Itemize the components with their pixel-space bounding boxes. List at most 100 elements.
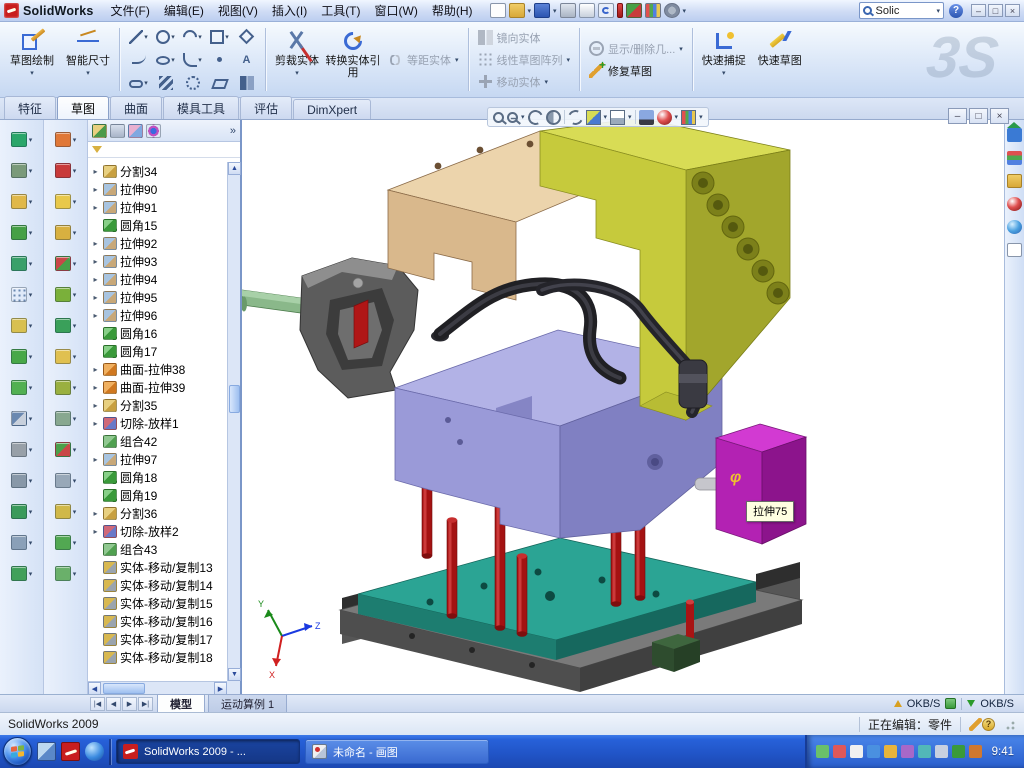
tree-item[interactable]: 实体-移动/复制16 xyxy=(90,612,227,630)
expand-arrow-icon[interactable]: ▸ xyxy=(91,257,100,266)
last-tab-icon[interactable]: ▶| xyxy=(138,697,153,711)
section-view-icon[interactable] xyxy=(546,110,561,125)
display-delete-relations-button[interactable]: 显示/删除几... ▾ xyxy=(585,38,687,59)
polygon-tool[interactable] xyxy=(233,25,260,48)
tray-icon[interactable] xyxy=(969,745,982,758)
tree-item[interactable]: ▸拉伸96 xyxy=(90,306,227,324)
trim-entities-button[interactable]: 剪裁实体 ▾ xyxy=(269,24,325,95)
print-icon[interactable] xyxy=(560,3,576,18)
flyout-tool[interactable]: ▾ xyxy=(2,341,42,372)
tree-item[interactable]: ▸拉伸94 xyxy=(90,270,227,288)
appearances-icon[interactable] xyxy=(1007,197,1022,211)
configuration-manager-tab-icon[interactable] xyxy=(128,124,143,138)
design-library-icon[interactable] xyxy=(1007,151,1022,165)
flyout-tool[interactable]: ▾ xyxy=(46,248,86,279)
rotate-view-icon[interactable] xyxy=(565,107,584,126)
flyout-tool[interactable]: ▾ xyxy=(2,186,42,217)
ellipse-tool[interactable]: ▾ xyxy=(152,48,179,71)
quick-snaps-button[interactable]: 快速捕捉 ▾ xyxy=(696,24,752,95)
tree-item[interactable]: ▸分割35 xyxy=(90,396,227,414)
tree-item[interactable]: ▸分割36 xyxy=(90,504,227,522)
mirror-line-tool[interactable] xyxy=(233,71,260,94)
tray-icon[interactable] xyxy=(935,745,948,758)
tree-item[interactable]: ▸切除-放样1 xyxy=(90,414,227,432)
repair-sketch-button[interactable]: 修复草图 xyxy=(585,60,687,81)
help-question-icon[interactable]: ? xyxy=(982,718,995,731)
flyout-tool[interactable]: ▾ xyxy=(2,217,42,248)
restore-icon[interactable]: □ xyxy=(988,4,1003,17)
appearance-icon[interactable] xyxy=(657,110,672,125)
smart-dimension-button[interactable]: 智能尺寸 ▾ xyxy=(60,24,116,95)
minimize-icon[interactable]: – xyxy=(971,4,986,17)
open-dropdown-icon[interactable]: ▾ xyxy=(528,7,532,15)
flyout-tool[interactable]: ▾ xyxy=(46,372,86,403)
tray-icon[interactable] xyxy=(867,745,880,758)
tree-item[interactable]: 圆角18 xyxy=(90,468,227,486)
expand-arrow-icon[interactable]: ▸ xyxy=(91,509,100,518)
tree-item[interactable]: ▸曲面-拉伸39 xyxy=(90,378,227,396)
tab-surfaces[interactable]: 曲面 xyxy=(110,96,162,119)
search-input[interactable] xyxy=(875,5,933,17)
quicklaunch-browser-icon[interactable] xyxy=(85,742,104,761)
menu-insert[interactable]: 插入(I) xyxy=(265,0,314,21)
tree-item[interactable]: 圆角16 xyxy=(90,324,227,342)
taskbar-button-solidworks[interactable]: SolidWorks 2009 - ... xyxy=(116,739,300,764)
expand-arrow-icon[interactable]: ▸ xyxy=(91,527,100,536)
trim-dropdown-icon[interactable]: ▾ xyxy=(295,68,299,80)
print-preview-icon[interactable] xyxy=(579,3,595,18)
tray-icon[interactable] xyxy=(901,745,914,758)
mirror-entities-button[interactable]: 镜向实体 xyxy=(474,27,575,48)
flyout-tool[interactable]: ▾ xyxy=(46,527,86,558)
flyout-tool[interactable]: ▾ xyxy=(46,496,86,527)
tree-item[interactable]: 实体-移动/复制14 xyxy=(90,576,227,594)
tree-item[interactable]: 组合43 xyxy=(90,540,227,558)
net-monitor-icon[interactable] xyxy=(945,698,956,709)
prev-tab-icon[interactable]: ◀ xyxy=(106,697,121,711)
model-insert-magenta[interactable]: φ xyxy=(716,424,806,544)
menu-file[interactable]: 文件(F) xyxy=(104,0,157,21)
red-stop-icon[interactable] xyxy=(617,3,623,18)
linear-sketch-pattern-button[interactable]: 线性草图阵列 ▾ xyxy=(474,49,575,70)
first-tab-icon[interactable]: |◀ xyxy=(90,697,105,711)
expand-arrow-icon[interactable]: ▸ xyxy=(91,275,100,284)
resize-grip[interactable] xyxy=(1003,718,1016,731)
flyout-tool[interactable]: ▾ xyxy=(46,558,86,589)
tray-icon[interactable] xyxy=(918,745,931,758)
expand-arrow-icon[interactable]: ▸ xyxy=(91,167,100,176)
tree-item[interactable]: ▸拉伸95 xyxy=(90,288,227,306)
scene-dropdown-icon[interactable]: ▾ xyxy=(699,113,703,121)
expand-arrow-icon[interactable]: ▸ xyxy=(91,455,100,464)
file-explorer-icon[interactable] xyxy=(1007,174,1022,188)
flyout-tool[interactable]: ▾ xyxy=(2,372,42,403)
snaps-dropdown-icon[interactable]: ▾ xyxy=(722,68,726,80)
doc-close-icon[interactable]: × xyxy=(990,108,1009,124)
tray-icon[interactable] xyxy=(850,745,863,758)
menu-window[interactable]: 窗口(W) xyxy=(368,0,425,21)
open-icon[interactable] xyxy=(509,3,525,18)
rectangle-tool[interactable]: ▾ xyxy=(206,25,233,48)
next-tab-icon[interactable]: ▶ xyxy=(122,697,137,711)
tree-item[interactable]: 实体-移动/复制17 xyxy=(90,630,227,648)
flyout-tool[interactable]: ▾ xyxy=(46,434,86,465)
shadows-icon[interactable] xyxy=(639,110,654,125)
text-tool[interactable]: A xyxy=(233,48,260,71)
display-style-dropdown-icon[interactable]: ▾ xyxy=(628,113,632,121)
quicklaunch-solidworks-icon[interactable] xyxy=(61,742,80,761)
expand-arrow-icon[interactable]: ▸ xyxy=(91,311,100,320)
tree-item[interactable]: ▸拉伸90 xyxy=(90,180,227,198)
move-entities-button[interactable]: 移动实体 ▾ xyxy=(474,71,575,92)
tree-item[interactable]: 圆角15 xyxy=(90,216,227,234)
tree-filter-row[interactable] xyxy=(88,142,240,158)
help-icon[interactable]: ? xyxy=(949,4,963,18)
tree-horizontal-scrollbar[interactable]: ◀ ▶ xyxy=(88,681,227,694)
graphics-viewport[interactable]: φ Y Z X xyxy=(242,120,1004,694)
flyout-tool[interactable]: ▾ xyxy=(2,558,42,589)
scrollbar-thumb[interactable] xyxy=(229,385,240,413)
appearance-dropdown-icon[interactable]: ▾ xyxy=(675,113,679,121)
expand-arrow-icon[interactable]: ▸ xyxy=(91,239,100,248)
feature-tree-tab-icon[interactable] xyxy=(92,124,107,138)
menu-edit[interactable]: 编辑(E) xyxy=(157,0,211,21)
color-swatch-icon[interactable] xyxy=(645,3,661,18)
search-box[interactable]: ▾ xyxy=(859,2,944,19)
sketch-fillet-tool[interactable]: ▾ xyxy=(179,48,206,71)
